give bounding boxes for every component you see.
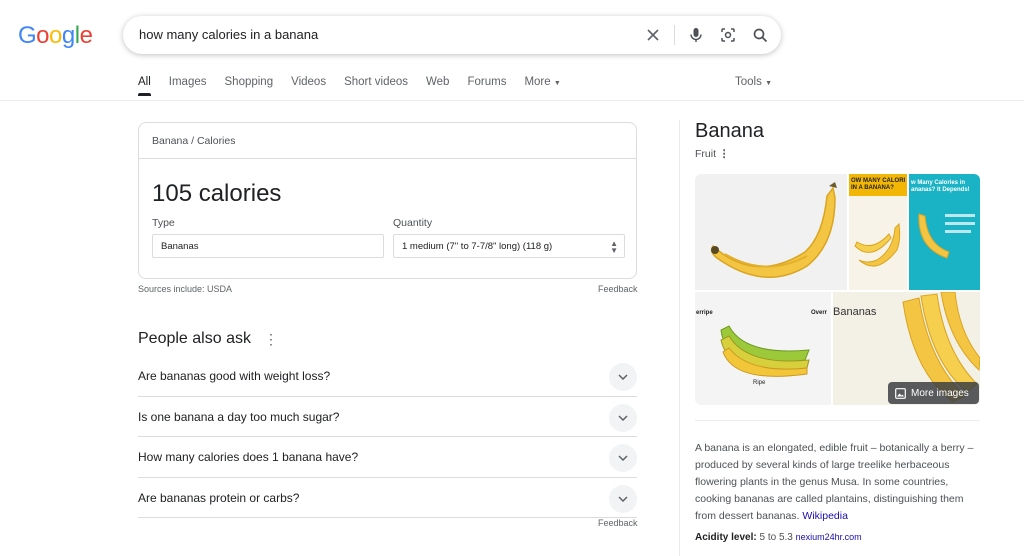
kp-title: Banana: [695, 120, 764, 142]
calorie-value: 105 calories: [152, 180, 282, 207]
search-input[interactable]: how many calories in a banana: [139, 27, 318, 42]
paa-list: Are bananas good with weight loss? Is on…: [138, 356, 637, 518]
image-icon: [895, 387, 906, 399]
breadcrumb-separator: /: [191, 135, 195, 147]
logo-letter: G: [18, 22, 37, 49]
chevron-down-icon[interactable]: [609, 484, 637, 513]
paa-feedback-link[interactable]: Feedback: [598, 518, 638, 528]
breadcrumb-metric: Calories: [196, 135, 236, 147]
tab-web[interactable]: Web: [426, 76, 449, 96]
caret-down-icon: ▼: [553, 80, 561, 87]
paa-item[interactable]: Are bananas good with weight loss?: [138, 356, 637, 397]
tab-more-label: More: [524, 76, 551, 88]
paa-question: Is one banana a day too much sugar?: [138, 409, 340, 424]
acidity-source-link[interactable]: nexium24hr.com: [796, 532, 862, 542]
tab-all[interactable]: All: [138, 76, 151, 96]
google-logo[interactable]: Google: [18, 22, 93, 50]
feedback-link[interactable]: Feedback: [598, 284, 638, 294]
paa-question: Are bananas protein or carbs?: [138, 490, 300, 505]
paa-item[interactable]: Is one banana a day too much sugar?: [138, 397, 637, 437]
ripeness-label-bottom: Ripe: [753, 380, 766, 386]
paa-question: How many calories does 1 banana have?: [138, 450, 359, 464]
type-value: Bananas: [161, 241, 199, 252]
logo-letter: o: [36, 22, 50, 49]
clear-icon[interactable]: [642, 24, 664, 46]
kp-description: A banana is an elongated, edible fruit –…: [695, 440, 987, 525]
type-label: Type: [152, 217, 175, 229]
tools-button[interactable]: Tools ▼: [735, 76, 772, 88]
tab-forums[interactable]: Forums: [467, 76, 506, 96]
more-options-icon[interactable]: ⋮: [719, 148, 730, 160]
acidity-label: Acidity level:: [695, 532, 757, 543]
logo-letter: g: [61, 22, 75, 49]
paa-item[interactable]: How many calories does 1 banana have?: [138, 437, 637, 478]
banana-infographic-image[interactable]: OW MANY CALORI IN A BANANA?: [849, 174, 907, 290]
tools-label: Tools: [735, 76, 762, 88]
caret-down-icon: ▼: [765, 80, 772, 87]
chevron-down-icon[interactable]: [609, 403, 637, 432]
infographic-title: OW MANY CALORI IN A BANANA?: [851, 178, 906, 191]
select-arrows-icon: ▲ ▼: [610, 239, 618, 255]
acidity-row: Acidity level: 5 to 5.3 nexium24hr.com: [695, 532, 862, 543]
microphone-icon[interactable]: [685, 24, 707, 46]
banana-ripeness-image[interactable]: erripe Overr Ripe: [695, 292, 831, 405]
nutrition-title: Bananas: [833, 306, 877, 318]
kp-subtitle: Fruit ⋮: [695, 148, 729, 160]
sources-text: Sources include: USDA: [138, 284, 233, 294]
more-options-icon[interactable]: ⋮: [264, 331, 278, 348]
search-icon[interactable]: [749, 24, 771, 46]
header-divider: [0, 100, 1024, 101]
image-gallery[interactable]: OW MANY CALORI IN A BANANA? w Many Calor…: [695, 174, 980, 405]
breadcrumb-food[interactable]: Banana: [152, 135, 188, 147]
ripeness-label-left: erripe: [696, 310, 713, 316]
chevron-down-icon[interactable]: [609, 363, 637, 391]
quantity-value: 1 medium (7" to 7-7/8" long) (118 g): [402, 241, 553, 252]
logo-letter: o: [49, 22, 62, 49]
breadcrumb: Banana / Calories: [152, 135, 235, 147]
ripeness-label-right: Overr: [811, 310, 828, 316]
knowledge-panel-divider: [679, 120, 680, 556]
acidity-value: 5 to 5.3: [759, 532, 793, 543]
wikipedia-link[interactable]: Wikipedia: [802, 510, 848, 522]
tab-videos[interactable]: Videos: [291, 76, 326, 96]
paa-item[interactable]: Are bananas protein or carbs?: [138, 478, 637, 518]
type-field[interactable]: Bananas: [152, 234, 384, 258]
chevron-down-icon[interactable]: [609, 444, 637, 472]
search-divider: [674, 25, 675, 45]
paa-question: Are bananas good with weight loss?: [138, 369, 331, 383]
calorie-card: Banana / Calories 105 calories Type Bana…: [138, 122, 637, 279]
lens-icon[interactable]: [717, 24, 739, 46]
logo-letter: e: [79, 22, 93, 49]
tab-more[interactable]: More ▼: [524, 76, 560, 96]
banana-image[interactable]: [695, 174, 847, 290]
quantity-label: Quantity: [393, 217, 433, 229]
quantity-select[interactable]: 1 medium (7" to 7-7/8" long) (118 g) ▲ ▼: [393, 234, 625, 258]
card-divider: [139, 158, 636, 159]
more-images-button[interactable]: More images: [888, 382, 979, 404]
paa-title: People also ask: [138, 330, 251, 347]
more-images-label: More images: [911, 387, 969, 399]
tab-short-videos[interactable]: Short videos: [344, 76, 408, 96]
search-box[interactable]: how many calories in a banana: [123, 16, 781, 54]
kp-subtitle-text: Fruit: [695, 148, 716, 160]
tab-images[interactable]: Images: [169, 76, 207, 96]
search-tabs: All Images Shopping Videos Short videos …: [138, 76, 579, 96]
kp-divider: [695, 420, 980, 421]
tab-shopping[interactable]: Shopping: [225, 76, 274, 96]
infographic-title: w Many Calories in ananas? It Depends!: [911, 180, 970, 193]
banana-calories-image[interactable]: w Many Calories in ananas? It Depends!: [909, 174, 980, 290]
